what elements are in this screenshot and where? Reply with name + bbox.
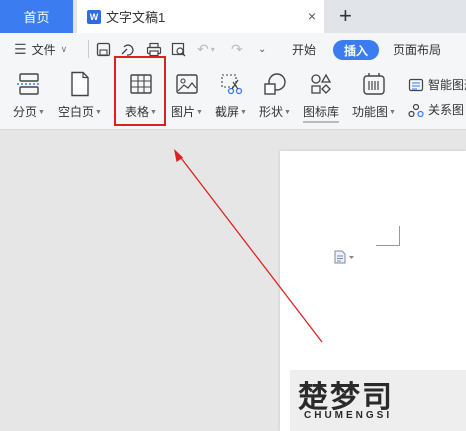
blank-page-label: 空白页	[58, 105, 95, 119]
paste-options-icon[interactable]	[333, 250, 355, 267]
chart-icon	[360, 71, 388, 97]
icon-library-label: 图标库	[303, 105, 340, 119]
screenshot-button[interactable]: 截屏▼	[215, 71, 247, 120]
export-icon	[121, 43, 134, 56]
save-icon	[96, 42, 111, 56]
redo-button[interactable]: ↷	[231, 33, 243, 65]
tab-strip: 首页 W 文字文稿1 × +	[0, 0, 466, 33]
smart-shape-button[interactable]: 智能图形	[408, 76, 466, 93]
picture-button[interactable]: 图片▼	[171, 71, 203, 120]
blank-page-icon	[66, 71, 94, 97]
relation-chart-button[interactable]: 关系图	[408, 101, 464, 118]
redo-icon: ↷	[231, 40, 243, 57]
page-break-icon	[15, 71, 43, 97]
shape-button[interactable]: 形状▼	[259, 71, 291, 120]
save-button[interactable]	[96, 33, 111, 65]
file-menu[interactable]: ☰ 文件 ∨	[14, 33, 67, 65]
icon-library-button[interactable]: 图标库	[303, 71, 340, 123]
relation-chart-icon	[408, 103, 424, 117]
undo-dropdown-icon: ▾	[210, 44, 215, 54]
word-doc-icon: W	[87, 9, 101, 24]
margin-corner-marker	[376, 226, 400, 246]
chevron-down-icon: ⌄	[258, 43, 267, 55]
table-highlight-box	[114, 56, 166, 126]
chevron-down-icon: ∨	[60, 43, 68, 54]
smart-shape-icon	[408, 78, 424, 91]
function-chart-label: 功能图	[352, 105, 389, 119]
hamburger-icon: ☰	[14, 40, 27, 57]
preview-icon	[171, 42, 186, 56]
blank-page-button[interactable]: 空白页▼	[58, 71, 102, 120]
function-chart-button[interactable]: 功能图▼	[352, 71, 396, 120]
caret-down-icon: ▼	[284, 109, 291, 117]
quick-access-dropdown[interactable]: ⌄	[258, 33, 266, 65]
page-break-label: 分页	[13, 105, 38, 119]
tab-page-layout[interactable]: 页面布局	[393, 33, 441, 65]
document-title: 文字文稿1	[106, 10, 166, 25]
relation-chart-label: 关系图	[428, 103, 465, 117]
watermark-sub-text: CHUMENGSI	[304, 410, 393, 421]
printer-icon	[146, 42, 162, 56]
caret-down-icon: ▼	[95, 109, 102, 117]
page-break-button[interactable]: 分页▼	[13, 71, 45, 120]
screenshot-label: 截屏	[215, 105, 240, 119]
caret-down-icon: ▼	[389, 109, 396, 117]
caret-down-icon: ▼	[240, 109, 247, 117]
new-tab-button[interactable]: +	[339, 3, 352, 29]
menu-divider	[88, 40, 89, 58]
undo-icon: ↶	[197, 40, 209, 57]
caret-down-icon: ▼	[196, 109, 203, 117]
caret-down-icon: ▼	[38, 109, 45, 117]
watermark-logo: 楚梦司 CHUMENGSI	[290, 370, 466, 431]
tab-start[interactable]: 开始	[292, 33, 316, 65]
picture-icon	[173, 71, 201, 97]
undo-button[interactable]: ↶ ▾	[197, 33, 215, 65]
tab-insert[interactable]: 插入	[333, 40, 379, 60]
picture-label: 图片	[171, 105, 196, 119]
shape-label: 形状	[259, 105, 284, 119]
print-preview-button[interactable]	[171, 33, 187, 65]
file-menu-label: 文件	[31, 42, 56, 57]
smart-shape-label: 智能图形	[428, 78, 466, 92]
scissors-icon	[217, 71, 245, 97]
close-tab-button[interactable]: ×	[308, 8, 316, 24]
icon-library-icon	[307, 71, 335, 97]
tab-document[interactable]: W 文字文稿1 ×	[77, 0, 324, 33]
shape-icon	[261, 71, 289, 97]
tab-home[interactable]: 首页	[0, 0, 73, 33]
